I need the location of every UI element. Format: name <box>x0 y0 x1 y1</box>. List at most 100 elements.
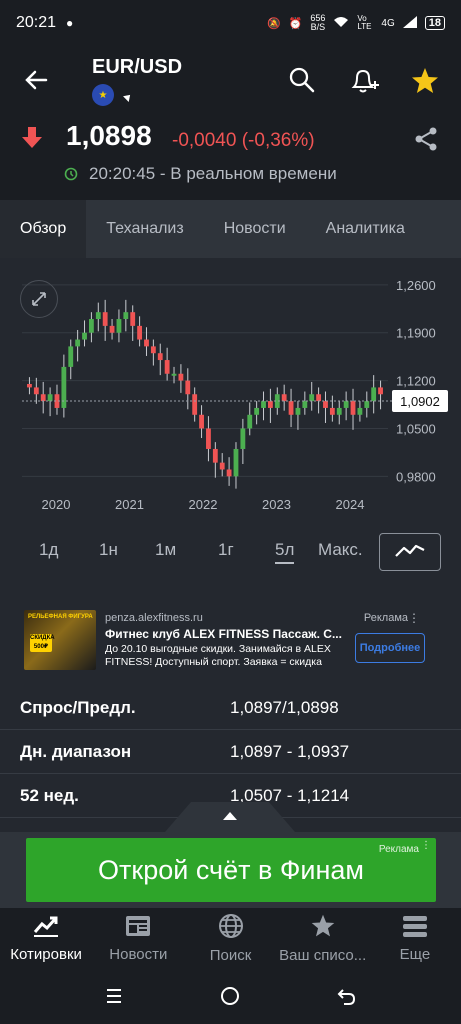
y-tick-label: 1,2600 <box>396 278 436 293</box>
candle-body <box>164 360 170 374</box>
candle-body <box>302 401 308 408</box>
nav-search[interactable]: Поиск <box>184 908 276 968</box>
network-label: 4G <box>381 17 395 29</box>
line-chart-icon <box>394 540 426 565</box>
y-tick-label: 1,0500 <box>396 421 436 436</box>
tab-analytics[interactable]: Аналитика <box>306 200 425 258</box>
bottom-nav: Котировки Новости Поиск Ваш списо... Еще <box>0 908 461 968</box>
system-back-icon[interactable] <box>336 986 356 1011</box>
period-1w[interactable]: 1н <box>99 540 118 560</box>
stat-label: Дн. диапазон <box>20 742 132 761</box>
down-arrow-icon <box>20 126 44 155</box>
ad-title[interactable]: Фитнес клуб ALEX FITNESS Пассаж. С... <box>105 627 342 641</box>
caret-icon <box>123 92 133 102</box>
nav-watchlist[interactable]: Ваш списо... <box>277 908 369 968</box>
candle-body <box>144 339 149 347</box>
candle-body <box>329 407 335 415</box>
tab-technical[interactable]: Теханализ <box>86 200 203 258</box>
candlestick-chart: 1,2600 1,1900 1,1200 1,0500 0,9800 2020 2021 20… <box>22 278 448 512</box>
candle-body <box>261 401 266 408</box>
candle-body <box>109 325 115 333</box>
signal-icon <box>402 15 417 31</box>
candle-body <box>364 401 370 408</box>
net-speed: 656 B/S <box>310 13 326 32</box>
candle-body <box>378 387 383 395</box>
home-icon[interactable] <box>220 986 240 1011</box>
candle-body <box>247 414 253 429</box>
nav-news[interactable]: Новости <box>92 908 184 968</box>
expand-chart-icon[interactable] <box>20 280 58 318</box>
candle-body <box>323 401 328 408</box>
mute-icon: 🔕 <box>266 17 281 30</box>
instrument-title: EUR/USD <box>92 56 183 78</box>
volte-label: Vo LTE <box>357 14 372 31</box>
x-tick-label: 2020 <box>42 497 71 512</box>
period-1m[interactable]: 1м <box>155 540 176 560</box>
price-change: -0,0040 (-0,36%) <box>172 130 315 151</box>
x-tick-label: 2021 <box>115 497 144 512</box>
period-5y[interactable]: 5л <box>275 540 295 564</box>
quotes-chart-icon <box>32 914 60 942</box>
candle-body <box>357 407 363 415</box>
current-price-label: 1,0902 <box>400 394 440 409</box>
recents-icon[interactable] <box>104 986 124 1011</box>
ad-options-icon[interactable]: ⋮ <box>408 611 420 625</box>
candle-body <box>130 312 136 326</box>
candle-body <box>233 448 239 477</box>
ad-block[interactable]: РЕЛЬЕФНАЯ ФИГУРА СКИДКА 500₽ penza.alexf… <box>22 608 436 672</box>
period-max[interactable]: Макс. <box>318 540 363 560</box>
quote-timestamp: 20:20:45 - В реальном времени <box>89 164 337 183</box>
candle-body <box>254 407 260 415</box>
y-tick-label: 1,1200 <box>396 374 436 389</box>
candle-body <box>199 414 204 429</box>
candle-body <box>102 312 108 326</box>
system-nav-bar <box>0 968 461 1024</box>
share-icon[interactable] <box>413 126 439 157</box>
candle-body <box>240 428 246 449</box>
candle-body <box>95 312 101 320</box>
candle-body <box>27 384 32 388</box>
section-tabs: Обзор Теханализ Новости Аналитика <box>0 200 461 258</box>
app-bar: EUR/USD ★ <box>0 46 461 120</box>
ad-domain: penza.alexfitness.ru <box>105 612 203 624</box>
chart-type-button[interactable] <box>379 533 441 571</box>
ad-more-button[interactable]: Подробнее <box>355 633 425 663</box>
nav-more[interactable]: Еще <box>369 908 461 968</box>
x-tick-label: 2024 <box>336 497 365 512</box>
notification-icon: ● <box>66 16 74 30</box>
tab-news[interactable]: Новости <box>204 200 306 258</box>
candle-body <box>116 319 122 333</box>
tab-overview[interactable]: Обзор <box>0 200 87 258</box>
menu-icon <box>402 914 428 942</box>
candle-body <box>219 462 225 470</box>
candle-body <box>343 401 349 408</box>
stat-label: Спрос/Предл. <box>20 698 136 717</box>
add-alert-icon[interactable] <box>349 66 379 96</box>
banner-ad[interactable]: Открой счёт в Финам <box>26 838 436 902</box>
star-icon[interactable] <box>410 66 440 96</box>
nav-quotes[interactable]: Котировки <box>0 908 92 968</box>
y-tick-label: 1,1900 <box>396 326 436 341</box>
candle-body <box>178 373 184 381</box>
banner-options-icon[interactable]: ⋮ <box>421 840 431 851</box>
ad-label: Реклама <box>363 612 408 624</box>
stat-row-day-range: Дн. диапазон 1,0897 - 1,0937 <box>0 730 461 774</box>
period-1d[interactable]: 1д <box>39 540 58 560</box>
candle-body <box>371 387 377 402</box>
candle-body <box>350 401 356 415</box>
candle-body <box>288 401 294 415</box>
candle-body <box>40 394 46 402</box>
search-icon[interactable] <box>288 66 318 96</box>
banner-ad-container: Открой счёт в Финам Реклама ⋮ <box>0 832 461 908</box>
ad-image[interactable]: РЕЛЬЕФНАЯ ФИГУРА СКИДКА 500₽ <box>24 610 96 670</box>
banner-ad-label: Реклама <box>378 844 419 855</box>
chevron-up-icon <box>222 808 238 826</box>
candle-body <box>185 380 191 395</box>
candle-body <box>192 394 198 415</box>
candle-body <box>212 448 218 463</box>
period-1y[interactable]: 1г <box>218 540 234 560</box>
candle-body <box>157 353 163 361</box>
back-arrow-icon[interactable] <box>22 66 52 96</box>
candle-body <box>137 325 143 340</box>
candle-body <box>171 373 177 376</box>
